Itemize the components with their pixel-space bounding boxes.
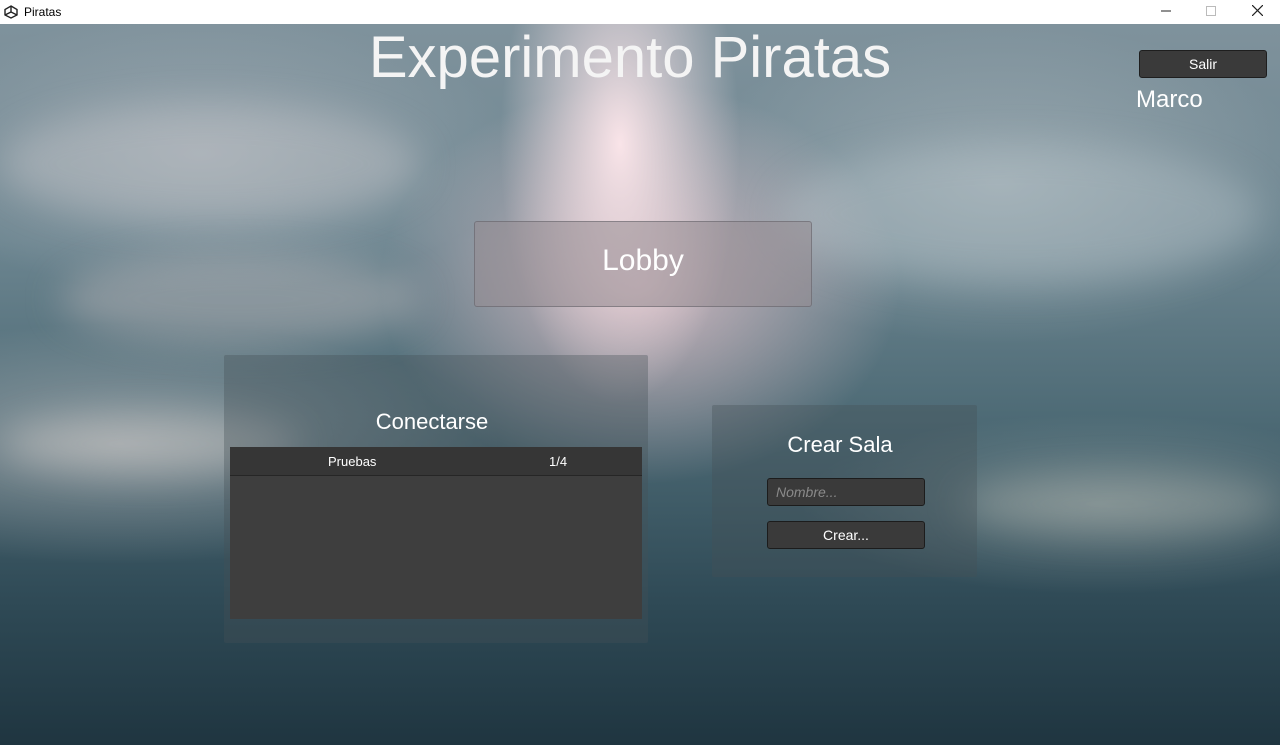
minimize-button[interactable] [1143, 0, 1189, 24]
lobby-banner: Lobby [474, 221, 812, 307]
room-name-input[interactable] [767, 478, 925, 506]
connect-panel: Conectarse Pruebas 1/4 [224, 355, 648, 643]
room-list-item[interactable]: Pruebas 1/4 [230, 447, 642, 476]
window-titlebar: Piratas [0, 0, 1280, 24]
minimize-icon [1161, 3, 1171, 21]
unity-logo-icon [4, 5, 18, 19]
username-label: Marco [1136, 86, 1203, 113]
connect-title: Conectarse [375, 409, 489, 434]
maximize-button[interactable] [1188, 0, 1234, 24]
game-title: Experimento Piratas [368, 25, 892, 90]
room-name: Pruebas [328, 454, 377, 469]
create-room-button[interactable]: Crear... [767, 521, 925, 549]
exit-button[interactable]: Salir [1139, 50, 1267, 78]
close-button[interactable] [1234, 0, 1280, 24]
room-player-count: 1/4 [549, 454, 568, 469]
room-list[interactable]: Pruebas 1/4 [230, 447, 642, 619]
create-room-title: Crear Sala [787, 432, 893, 457]
close-icon [1251, 3, 1263, 21]
create-room-panel: Crear Sala Crear... [712, 405, 977, 577]
lobby-label: Lobby [602, 244, 684, 277]
window-title: Piratas [24, 5, 62, 19]
maximize-icon [1206, 3, 1216, 21]
